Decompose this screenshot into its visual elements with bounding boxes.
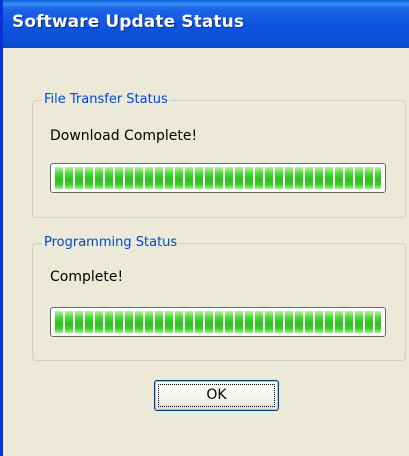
ok-button[interactable]: OK	[154, 380, 279, 411]
programming-progress-bar	[50, 307, 386, 337]
programming-status-group: Programming Status Complete!	[32, 234, 406, 361]
file-transfer-progress-bar	[50, 163, 386, 193]
software-update-status-dialog: Software Update Status File Transfer Sta…	[0, 0, 409, 456]
window-title: Software Update Status	[12, 12, 245, 32]
title-bar[interactable]: Software Update Status	[3, 0, 409, 48]
programming-progress-track	[55, 311, 381, 333]
file-transfer-progress-fill	[55, 167, 381, 189]
programming-status-legend: Programming Status	[42, 234, 180, 252]
file-transfer-status-legend: File Transfer Status	[42, 91, 170, 109]
file-transfer-progress-track	[55, 167, 381, 189]
programming-progress-fill	[55, 311, 381, 333]
programming-status-text: Complete!	[50, 269, 124, 285]
ok-button-label: OK	[206, 387, 227, 403]
file-transfer-status-group: File Transfer Status Download Complete!	[32, 91, 406, 218]
file-transfer-status-text: Download Complete!	[50, 128, 198, 144]
